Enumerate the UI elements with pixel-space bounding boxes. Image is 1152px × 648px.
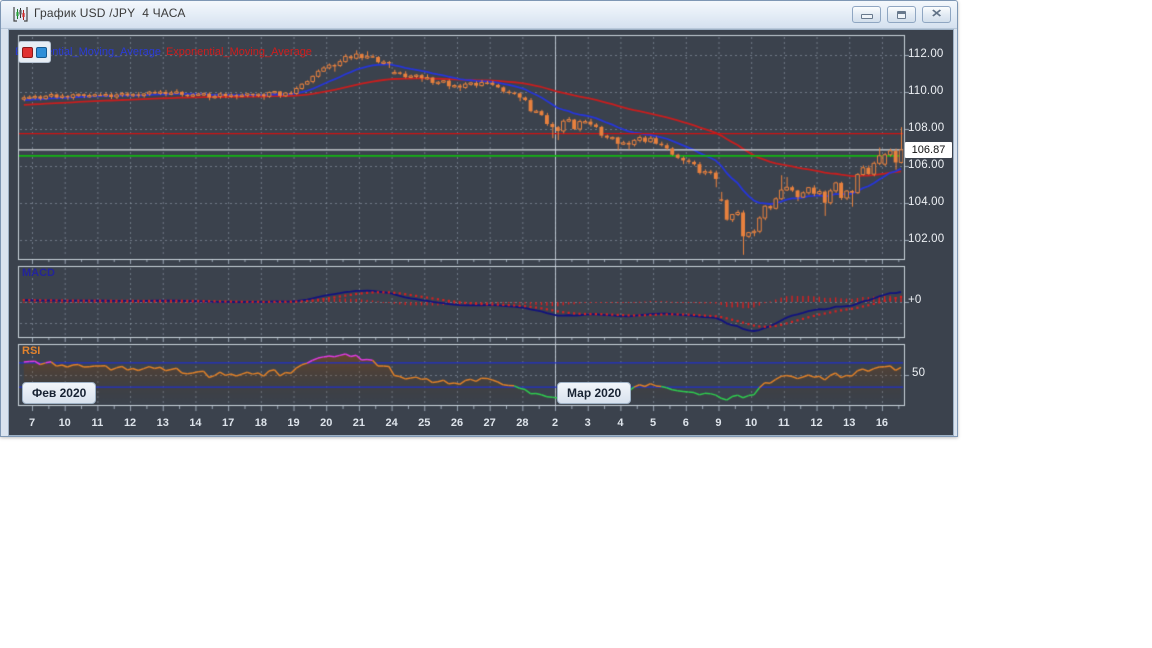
restore-icon <box>897 11 906 19</box>
date-axis-label: 5 <box>650 417 656 429</box>
rsi-pane-label: RSI <box>22 345 40 357</box>
price-axis-label: 112.00 <box>908 48 944 60</box>
price-chart-canvas[interactable] <box>9 30 953 435</box>
chart-window: График USD /JPY 4 ЧАСА ✕ Exponential_Mov… <box>0 0 958 437</box>
price-axis-label: 106.00 <box>908 159 944 171</box>
legend-chip-box <box>18 41 51 63</box>
date-axis-label: 27 <box>484 417 496 429</box>
legend-chip-red[interactable] <box>22 47 33 58</box>
date-axis-label: 19 <box>287 417 299 429</box>
date-axis-label: 16 <box>876 417 888 429</box>
date-axis-label: 28 <box>516 417 528 429</box>
month-badge-mar: Мар 2020 <box>557 382 631 404</box>
month-badge-feb: Фев 2020 <box>22 382 96 404</box>
indicator-legend: Exponential_Moving_AverageExponential_Mo… <box>15 46 312 58</box>
date-axis-label: 13 <box>157 417 169 429</box>
date-axis-label: 13 <box>843 417 855 429</box>
restore-button[interactable] <box>887 6 916 23</box>
price-axis-label: 110.00 <box>908 85 944 97</box>
client-area: Exponential_Moving_AverageExponential_Mo… <box>1 29 957 436</box>
ema-slow-legend-label: Exponential_Moving_Average <box>166 46 312 58</box>
macd-zero-label: +0 <box>908 294 922 306</box>
date-axis-label: 10 <box>59 417 71 429</box>
current-price-tag: 106.87 <box>905 142 952 158</box>
price-axis-label: 108.00 <box>908 122 944 134</box>
date-axis-label: 17 <box>222 417 234 429</box>
date-axis-label: 21 <box>353 417 365 429</box>
date-axis-label: 10 <box>745 417 757 429</box>
date-axis-label: 20 <box>320 417 332 429</box>
window-title: График USD /JPY 4 ЧАСА <box>34 6 186 20</box>
close-button[interactable]: ✕ <box>922 6 951 23</box>
chart-app-icon <box>12 6 29 23</box>
chart-surface: Exponential_Moving_AverageExponential_Mo… <box>8 29 954 436</box>
date-axis-label: 24 <box>385 417 397 429</box>
date-axis-label: 18 <box>255 417 267 429</box>
date-axis-label: 11 <box>92 417 104 429</box>
window-controls: ✕ <box>852 6 951 23</box>
close-icon: ✕ <box>931 9 943 20</box>
minimize-icon <box>861 14 873 19</box>
date-axis-label: 25 <box>418 417 430 429</box>
minimize-button[interactable] <box>852 6 881 23</box>
titlebar[interactable]: График USD /JPY 4 ЧАСА ✕ <box>1 1 957 29</box>
rsi-mid-label: 50 <box>912 367 925 379</box>
date-axis-label: 12 <box>124 417 136 429</box>
date-axis-label: 7 <box>29 417 35 429</box>
date-axis-label: 11 <box>778 417 790 429</box>
price-axis-label: 104.00 <box>908 196 944 208</box>
macd-pane-label: MACD <box>22 267 55 279</box>
legend-chip-blue[interactable] <box>36 47 47 58</box>
date-axis-label: 9 <box>715 417 721 429</box>
date-axis-label: 3 <box>585 417 591 429</box>
date-axis-label: 12 <box>810 417 822 429</box>
date-axis-label: 26 <box>451 417 463 429</box>
date-axis-label: 4 <box>617 417 623 429</box>
date-axis-label: 14 <box>189 417 201 429</box>
date-axis-label: 2 <box>552 417 558 429</box>
date-axis-label: 6 <box>683 417 689 429</box>
price-axis-label: 102.00 <box>908 233 944 245</box>
